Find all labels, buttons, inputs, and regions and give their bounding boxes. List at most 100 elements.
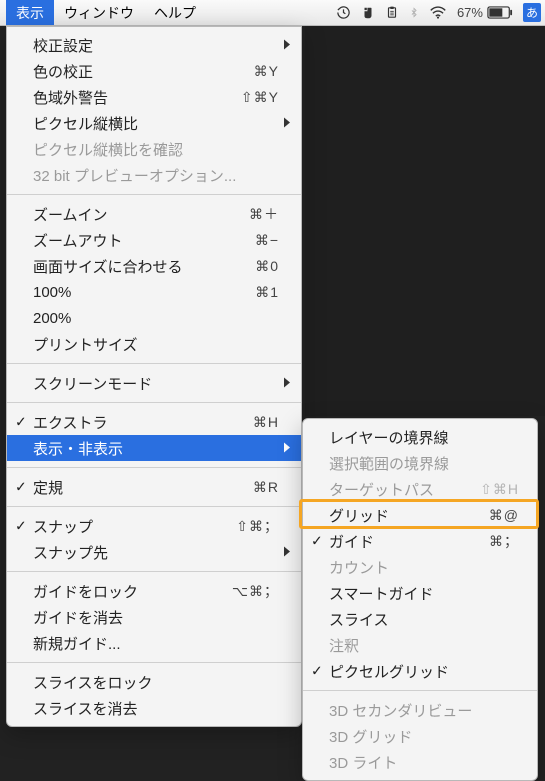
clipboard-icon[interactable] <box>385 5 399 20</box>
view-menu-item[interactable]: ズームイン⌘＋ <box>7 201 301 227</box>
bluetooth-icon[interactable] <box>409 5 419 20</box>
menu-separator <box>7 363 301 364</box>
menu-separator <box>303 690 537 691</box>
menu-item-shortcut: ⌘R <box>253 479 279 496</box>
check-icon: ✓ <box>311 663 323 680</box>
menu-item-label: 新規ガイド... <box>33 633 279 654</box>
menu-item-label: 32 bit プレビューオプション... <box>33 165 279 186</box>
submenu-item: 3D セカンダリビュー <box>303 697 537 723</box>
chevron-right-icon <box>283 544 291 561</box>
menu-item-label: スライス <box>329 609 519 630</box>
menu-item-label: ピクセル縦横比を確認 <box>33 139 279 160</box>
view-menu-item[interactable]: 校正設定 <box>7 32 301 58</box>
menu-item-label: ガイドを消去 <box>33 607 279 628</box>
submenu-item: 注釈 <box>303 632 537 658</box>
check-icon: ✓ <box>15 479 27 496</box>
submenu-item[interactable]: レイヤーの境界線 <box>303 424 537 450</box>
check-icon: ✓ <box>15 414 27 431</box>
chevron-right-icon <box>283 115 291 132</box>
menubar-item-window[interactable]: ウィンドウ <box>54 0 144 25</box>
chevron-right-icon <box>283 375 291 392</box>
view-menu-item[interactable]: ✓ エクストラ⌘H <box>7 409 301 435</box>
show-hide-submenu: レイヤーの境界線選択範囲の境界線ターゲットパス⇧⌘Hグリッド⌘@✓ガイド⌘；カウ… <box>302 418 538 781</box>
menu-item-shortcut: ⌘@ <box>489 507 519 524</box>
menu-item-label: スナップ先 <box>33 542 279 563</box>
menu-item-label: 200% <box>33 310 279 327</box>
ime-indicator[interactable]: あ <box>523 3 541 22</box>
menu-item-label: 色の校正 <box>33 61 254 82</box>
menu-item-label: スナップ <box>33 516 236 537</box>
chevron-right-icon <box>283 37 291 54</box>
submenu-item[interactable]: スマートガイド <box>303 580 537 606</box>
evernote-icon[interactable] <box>361 6 375 20</box>
view-menu-item[interactable]: ✓スナップ⇧⌘； <box>7 513 301 539</box>
wifi-icon[interactable] <box>429 6 447 19</box>
menu-item-shortcut: ⌘Y <box>254 63 279 80</box>
view-menu-item[interactable]: ピクセル縦横比 <box>7 110 301 136</box>
menubar: 表示 ウィンドウ ヘルプ 67% あ <box>0 0 545 26</box>
menu-item-label: 定規 <box>33 477 253 498</box>
view-menu-item[interactable]: スライスをロック <box>7 669 301 695</box>
view-menu-item[interactable]: ガイドをロック⌥⌘； <box>7 578 301 604</box>
submenu-item[interactable]: ✓ガイド⌘； <box>303 528 537 554</box>
menu-item-label: スライスをロック <box>33 672 279 693</box>
view-menu-item[interactable]: ✓ 定規⌘R <box>7 474 301 500</box>
view-menu-item[interactable]: 100%⌘1 <box>7 279 301 305</box>
view-menu-item[interactable]: 新規ガイド... <box>7 630 301 656</box>
battery-status[interactable]: 67% <box>457 5 513 20</box>
view-menu-item[interactable]: プリントサイズ <box>7 331 301 357</box>
menu-item-label: スマートガイド <box>329 583 519 604</box>
menubar-item-view[interactable]: 表示 <box>6 0 54 25</box>
submenu-item[interactable]: ✓ ピクセルグリッド <box>303 658 537 684</box>
view-menu-item[interactable]: 200% <box>7 305 301 331</box>
menu-item-label: 3D グリッド <box>329 726 519 747</box>
menubar-item-help[interactable]: ヘルプ <box>144 0 206 25</box>
menu-item-label: エクストラ <box>33 412 253 433</box>
menu-item-shortcut: ⇧⌘H <box>480 481 519 498</box>
menu-item-shortcut: ⌘1 <box>255 284 279 301</box>
menu-item-label: スライスを消去 <box>33 698 279 719</box>
menu-item-label: 表示・非表示 <box>33 438 279 459</box>
view-menu-item[interactable]: 画面サイズに合わせる⌘0 <box>7 253 301 279</box>
view-menu-item[interactable]: ズームアウト⌘− <box>7 227 301 253</box>
menu-separator <box>7 571 301 572</box>
view-menu-item[interactable]: スナップ先 <box>7 539 301 565</box>
history-icon[interactable] <box>336 5 351 20</box>
view-menu-item[interactable]: 表示・非表示 <box>7 435 301 461</box>
view-menu-item[interactable]: 色の校正⌘Y <box>7 58 301 84</box>
view-menu-dropdown: 校正設定色の校正⌘Y色域外警告⇧⌘Yピクセル縦横比ピクセル縦横比を確認32 bi… <box>6 26 302 727</box>
submenu-item[interactable]: スライス <box>303 606 537 632</box>
menu-item-label: 3D セカンダリビュー <box>329 700 519 721</box>
view-menu-item[interactable]: スクリーンモード <box>7 370 301 396</box>
battery-percent: 67% <box>457 5 483 20</box>
menu-item-shortcut: ⌥⌘； <box>232 581 279 601</box>
menu-item-label: 100% <box>33 284 255 301</box>
submenu-item: ターゲットパス⇧⌘H <box>303 476 537 502</box>
menubar-status-area: 67% あ <box>336 0 541 25</box>
menu-separator <box>7 467 301 468</box>
menu-item-shortcut: ⌘； <box>489 531 519 551</box>
menu-item-label: ズームイン <box>33 204 249 225</box>
menu-item-label: ターゲットパス <box>329 479 480 500</box>
menu-item-label: ピクセル縦横比 <box>33 113 279 134</box>
menu-item-shortcut: ⌘＋ <box>249 204 279 224</box>
view-menu-item[interactable]: スライスを消去 <box>7 695 301 721</box>
view-menu-item[interactable]: 色域外警告⇧⌘Y <box>7 84 301 110</box>
menu-separator <box>7 194 301 195</box>
background-area <box>305 26 545 416</box>
menu-separator <box>7 506 301 507</box>
submenu-item: 3D グリッド <box>303 723 537 749</box>
submenu-item: カウント <box>303 554 537 580</box>
menu-item-label: 画面サイズに合わせる <box>33 256 255 277</box>
menu-item-label: 色域外警告 <box>33 87 241 108</box>
submenu-item: 3D ライト <box>303 749 537 775</box>
menu-item-label: ガイドをロック <box>33 581 232 602</box>
menu-item-label: ピクセルグリッド <box>329 661 519 682</box>
menu-item-label: 校正設定 <box>33 35 279 56</box>
menu-item-label: 選択範囲の境界線 <box>329 453 519 474</box>
submenu-item[interactable]: グリッド⌘@ <box>303 502 537 528</box>
check-icon: ✓ <box>311 533 323 550</box>
view-menu-item[interactable]: ガイドを消去 <box>7 604 301 630</box>
menu-item-label: 3D ライト <box>329 752 519 773</box>
menu-item-shortcut: ⌘H <box>253 414 279 431</box>
